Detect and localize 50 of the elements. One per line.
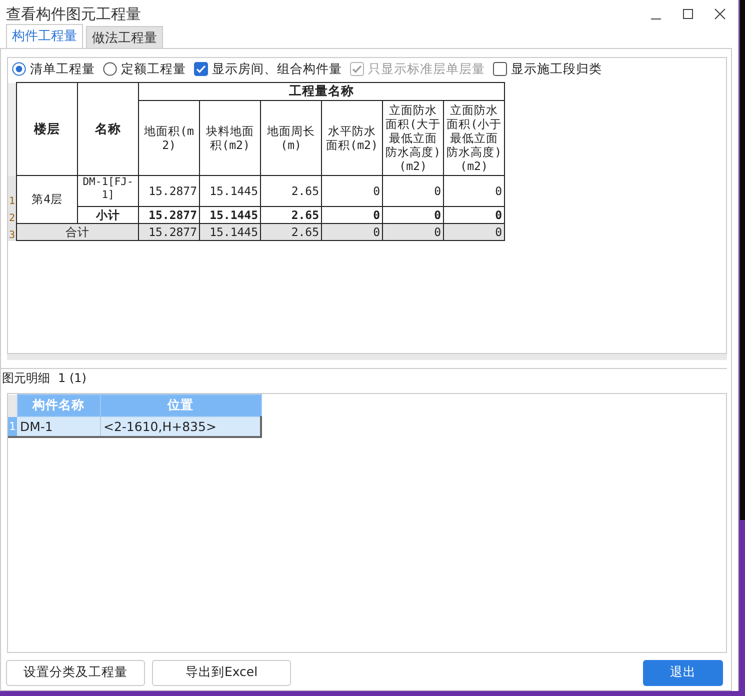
column-header: 水平防水面积(m2) xyxy=(322,100,383,176)
window-title: 查看构件图元工程量 xyxy=(6,4,141,24)
column-header: 立面防水面积(大于最低立面防水高度)(m2) xyxy=(382,100,444,176)
table-cell: 0 xyxy=(382,176,444,206)
exit-button[interactable]: 退出 xyxy=(643,660,723,686)
option-label: 定额工程量 xyxy=(121,60,186,78)
row-number: 1 xyxy=(8,176,17,206)
table-cell: 合计 xyxy=(16,224,139,240)
table-cell: 15.2877 xyxy=(138,176,200,206)
radio-button[interactable] xyxy=(12,62,26,76)
column-header: 位置 xyxy=(100,394,261,416)
table-cell: 0 xyxy=(444,176,505,206)
action-button[interactable]: 导出到Excel xyxy=(152,660,291,686)
option-label: 显示房间、组合构件量 xyxy=(212,60,342,78)
table-cell: <2-1610,H+835> xyxy=(100,416,261,437)
column-header: 构件名称 xyxy=(17,394,100,416)
tab[interactable]: 做法工程量 xyxy=(86,26,163,48)
column-group-header: 工程量名称 xyxy=(138,82,505,100)
column-header: 地面周长(m) xyxy=(260,100,322,176)
radio-button[interactable] xyxy=(103,62,117,76)
table-cell: DM-1 xyxy=(17,416,100,437)
action-button[interactable]: 设置分类及工程量 xyxy=(6,660,145,686)
column-header: 地面积(m2) xyxy=(138,100,200,176)
close-icon[interactable] xyxy=(714,8,726,20)
section-title: 图元明细 xyxy=(2,370,50,386)
table-cell: 0 xyxy=(322,176,383,206)
column-header: 楼层 xyxy=(16,82,78,176)
table-cell: 2.65 xyxy=(260,176,322,206)
checkbox[interactable] xyxy=(493,62,507,76)
table-cell: 15.1445 xyxy=(200,224,261,240)
row-number: 1 xyxy=(8,416,17,437)
table-row[interactable]: 1 DM-1 <2-1610,H+835> xyxy=(8,416,261,437)
row-number: 3 xyxy=(8,224,17,240)
option-label: 清单工程量 xyxy=(30,60,95,78)
option-label: 显示施工段归类 xyxy=(511,60,602,78)
table-cell: DM-1[FJ-1] xyxy=(78,176,139,206)
table-cell: 0 xyxy=(444,224,505,240)
maximize-icon[interactable] xyxy=(682,8,694,20)
checkbox[interactable] xyxy=(194,62,208,76)
column-header: 块料地面积(m2) xyxy=(200,100,261,176)
count-label: 1 (1) xyxy=(58,371,86,385)
table-cell: 0 xyxy=(322,224,383,240)
option-label: 只显示标准层单层量 xyxy=(368,60,485,78)
table-cell: 15.2877 xyxy=(138,224,200,240)
table-cell: 0 xyxy=(382,224,444,240)
table-cell: 15.1445 xyxy=(200,176,261,206)
tab[interactable]: 构件工程量 xyxy=(6,24,83,48)
column-header: 名称 xyxy=(78,82,139,176)
table-cell: 2.65 xyxy=(260,224,322,240)
column-header: 立面防水面积(小于最低立面防水高度)(m2) xyxy=(444,100,505,176)
